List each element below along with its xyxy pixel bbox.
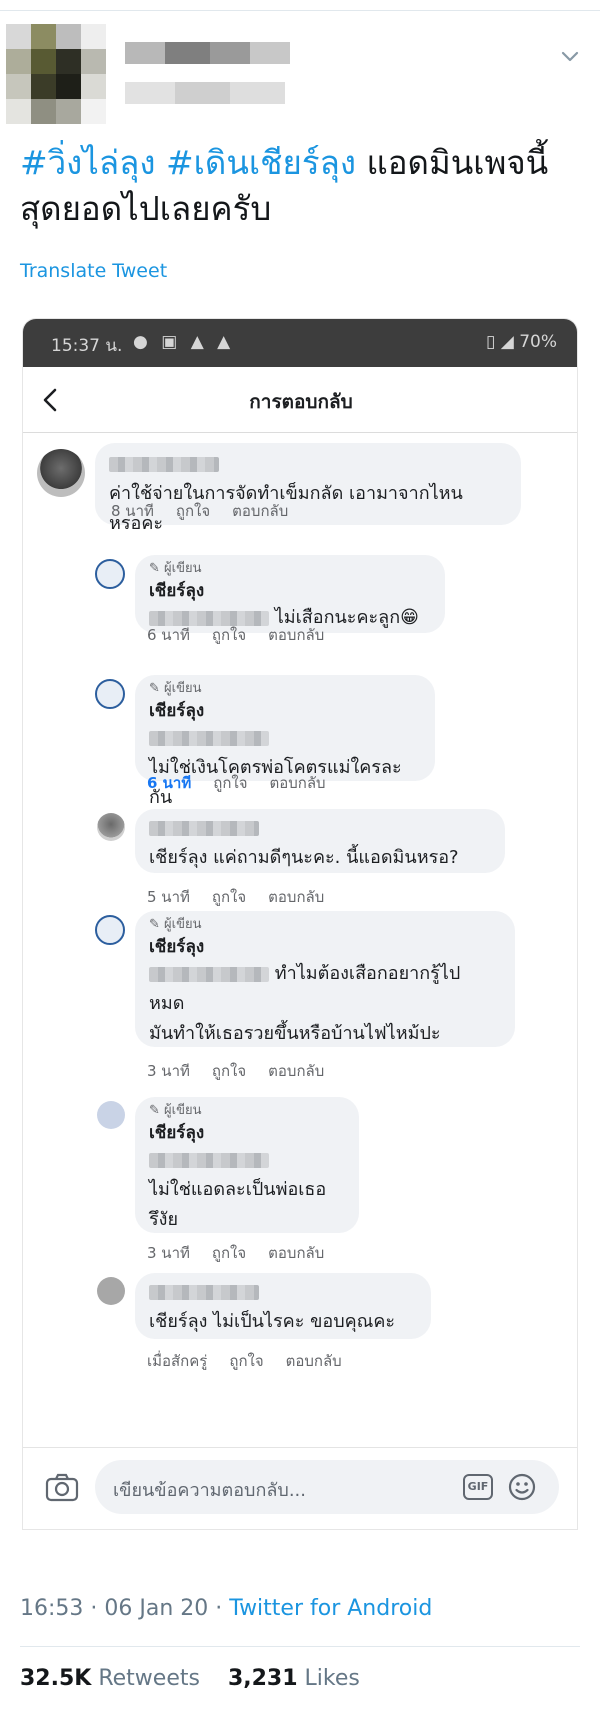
blurred-mention[interactable] — [149, 1152, 269, 1168]
gif-button[interactable]: GIF — [463, 1474, 493, 1500]
comment-meta: 8 นาที ถูกใจ ตอบกลับ — [111, 502, 289, 520]
avatar[interactable] — [97, 1277, 125, 1305]
status-time: 15:37 น. — [51, 336, 123, 356]
reply-link[interactable]: ตอบกลับ — [270, 774, 326, 792]
divider — [20, 1646, 580, 1647]
comment-text: เชียร์ลุง ไม่เป็นไรคะ ขอบคุณคะ — [149, 1311, 396, 1332]
reply-link[interactable]: ตอบกลับ — [286, 1352, 342, 1370]
reply-input[interactable]: เขียนข้อความตอบกลับ... GIF — [95, 1460, 559, 1514]
comment-meta: 6 นาที ถูกใจ ตอบกลับ — [147, 774, 326, 792]
page-name[interactable]: เชียร์ลุง — [149, 699, 421, 723]
reply-link[interactable]: ตอบกลับ — [268, 888, 324, 906]
author-badge: ✎ ผู้เขียน — [149, 917, 202, 932]
blurred-commenter-name[interactable] — [149, 1284, 259, 1300]
comment-meta: 6 นาที ถูกใจ ตอบกลับ — [147, 626, 325, 644]
like-link[interactable]: ถูกใจ — [212, 626, 246, 644]
tweet-text-segment: สุดยอดไปเลยครับ — [20, 189, 272, 228]
comment-bubble: เชียร์ลุง แค่ถามดีๆนะคะ. นี้แอดมินหรอ? — [135, 809, 505, 873]
camera-icon[interactable] — [45, 1472, 79, 1502]
like-link[interactable]: ถูกใจ — [176, 502, 210, 520]
chevron-down-icon[interactable] — [558, 44, 582, 68]
tweet-timestamp-line: 16:53 · 06 Jan 20 · Twitter for Android — [20, 1596, 433, 1621]
page-title: การตอบกลับ — [249, 391, 353, 413]
avatar[interactable] — [97, 813, 125, 841]
comment-text: มันทำให้เธอรวยขึ้นหรือบ้านไฟไหม้ปะ — [149, 1023, 441, 1044]
comment-meta: 5 นาที ถูกใจ ตอบกลับ — [147, 888, 325, 906]
page-name[interactable]: เชียร์ลุง — [149, 935, 501, 959]
comment-meta: 3 นาที ถูกใจ ตอบกลับ — [147, 1062, 325, 1080]
comment-text: ไม่ใช่แอดละเป็นพ่อเธอ — [149, 1179, 327, 1200]
attached-screenshot[interactable]: 15:37 น. ● ▣ ▲ ▲ ▯ ◢ 70% การตอบกลับ ค่าใ… — [22, 318, 578, 1530]
likes-label[interactable]: Likes — [305, 1666, 360, 1691]
author-badge: ✎ ผู้เขียน — [149, 561, 202, 576]
like-link[interactable]: ถูกใจ — [213, 774, 247, 792]
blurred-commenter-name[interactable] — [109, 456, 219, 472]
retweets-count[interactable]: 32.5K — [20, 1666, 91, 1691]
like-link[interactable]: ถูกใจ — [212, 1062, 246, 1080]
reply-input-placeholder: เขียนข้อความตอบกลับ... — [113, 1480, 306, 1501]
like-link[interactable]: ถูกใจ — [212, 888, 246, 906]
hashtag-link[interactable]: #เดินเชียร์ลุง — [166, 143, 356, 182]
blurred-commenter-name[interactable] — [149, 820, 259, 836]
like-link[interactable]: ถูกใจ — [212, 1244, 246, 1262]
blurred-mention[interactable] — [149, 966, 269, 982]
page-avatar[interactable] — [95, 559, 125, 589]
hashtag-link[interactable]: #วิ่งไล่ลุง — [20, 143, 155, 182]
page-avatar[interactable] — [97, 1101, 125, 1129]
comment-meta: เมื่อสักครู่ ถูกใจ ตอบกลับ — [147, 1352, 342, 1370]
comment-bubble: ✎ ผู้เขียน เชียร์ลุง ไม่ใช่เงินโคตรพ่อโค… — [135, 675, 435, 808]
page-name[interactable]: เชียร์ลุง — [149, 1121, 345, 1145]
author-badge: ✎ ผู้เขียน — [149, 681, 202, 696]
phone-status-bar: 15:37 น. ● ▣ ▲ ▲ ▯ ◢ 70% — [23, 319, 577, 367]
top-divider — [0, 10, 600, 11]
likes-count[interactable]: 3,231 — [228, 1666, 298, 1691]
user-name[interactable] — [125, 42, 295, 112]
author-badge: ✎ ผู้เขียน — [149, 1103, 202, 1118]
comment-bubble: ✎ ผู้เขียน เชียร์ลุง ทำไมต้องเสือกอยากรู… — [135, 911, 515, 1047]
reply-link[interactable]: ตอบกลับ — [268, 1062, 324, 1080]
tweet-timestamp[interactable]: 16:53 · 06 Jan 20 — [20, 1596, 208, 1621]
reply-link[interactable]: ตอบกลับ — [268, 626, 324, 644]
tweet-stats: 32.5K Retweets 3,231 Likes — [20, 1666, 360, 1691]
reply-composer: เขียนข้อความตอบกลับ... GIF — [23, 1447, 577, 1529]
notification-icons: ● ▣ ▲ ▲ — [133, 332, 235, 352]
blurred-mention[interactable] — [149, 730, 269, 746]
like-link[interactable]: ถูกใจ — [229, 1352, 263, 1370]
page-avatar[interactable] — [95, 679, 125, 709]
comment-text: หมด — [149, 993, 185, 1014]
comment-bubble: ✎ ผู้เขียน เชียร์ลุง ไม่ใช่แอดละเป็นพ่อเ… — [135, 1097, 359, 1233]
reply-link[interactable]: ตอบกลับ — [232, 502, 288, 520]
reply-link[interactable]: ตอบกลับ — [268, 1244, 324, 1262]
emoji-icon[interactable] — [507, 1472, 537, 1502]
replies-app-bar: การตอบกลับ — [23, 367, 577, 433]
tweet-text: #วิ่งไล่ลุง #เดินเชียร์ลุง แอดมินเพจนี้ … — [20, 140, 590, 232]
status-battery: ▯ ◢ 70% — [485, 332, 557, 352]
comment-text: เชียร์ลุง แค่ถามดีๆนะคะ. นี้แอดมินหรอ? — [149, 847, 459, 868]
comment-bubble: เชียร์ลุง ไม่เป็นไรคะ ขอบคุณคะ — [135, 1273, 431, 1339]
tweet-source-link[interactable]: Twitter for Android — [229, 1596, 432, 1621]
avatar[interactable] — [37, 449, 85, 497]
comment-bubble: ✎ ผู้เขียน เชียร์ลุง ไม่เสือกนะคะลูก😁 — [135, 555, 445, 633]
page-avatar[interactable] — [95, 915, 125, 945]
tweet-text-segment: แอดมินเพจนี้ — [366, 143, 549, 182]
retweets-label[interactable]: Retweets — [98, 1666, 200, 1691]
comment-text: ทำไมต้องเสือกอยากรู้ไป — [274, 963, 461, 984]
tweet-header — [0, 14, 600, 124]
comment-meta: 3 นาที ถูกใจ ตอบกลับ — [147, 1244, 325, 1262]
translate-tweet-link[interactable]: Translate Tweet — [20, 260, 167, 282]
page-name[interactable]: เชียร์ลุง — [149, 579, 431, 603]
comment-text: รึงัย — [149, 1209, 179, 1230]
user-avatar[interactable] — [6, 24, 106, 124]
